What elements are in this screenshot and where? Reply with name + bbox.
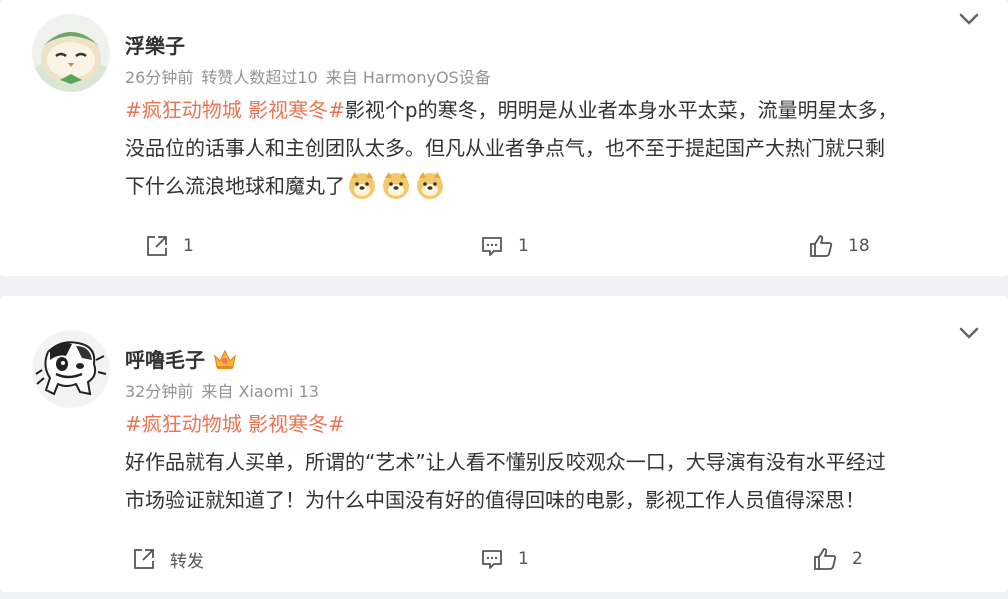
share-icon bbox=[134, 549, 154, 569]
ink-dog-avatar-image bbox=[32, 330, 110, 408]
comment-text: #疯狂动物城 影视寒冬#影视个p的寒冬，明明是从业者本身水平太菜，流量明星太多，… bbox=[125, 91, 975, 205]
username[interactable]: 呼噜毛子 bbox=[125, 344, 237, 373]
like-button[interactable]: 18 bbox=[808, 231, 870, 261]
doge-emoji bbox=[383, 172, 409, 199]
doge-emoji bbox=[417, 172, 443, 199]
source-device: 来自 HarmonyOS设备 bbox=[325, 68, 491, 87]
comment-text-line: 没品位的话事人和主创团队太多。但凡从业者争点气，也不至于提起国产大热门就只剩 bbox=[125, 136, 885, 160]
share-button[interactable]: 转发 bbox=[132, 544, 204, 574]
avatar[interactable] bbox=[32, 330, 110, 408]
crown-badge-icon bbox=[214, 349, 236, 369]
comment-meta: 32分钟前 来自 Xiaomi 13 bbox=[125, 378, 327, 402]
hashtag-link[interactable]: #疯狂动物城 影视寒冬# bbox=[125, 405, 975, 443]
comment-text-line: 市场验证就知道了！为什么中国没有好的值得回味的电影，影视工作人员值得深思！ bbox=[125, 488, 865, 512]
thumbs-up-icon bbox=[810, 235, 833, 257]
username-text: 呼噜毛子 bbox=[125, 348, 205, 372]
comment-card: 呼噜毛子 32分钟前 来自 Xiaomi 13 #疯狂动物城 影视寒冬# 好作品就… bbox=[0, 296, 1008, 592]
comment-text-line: 影视个p的寒冬，明明是从业者本身水平太菜，流量明星太多， bbox=[344, 98, 898, 122]
timestamp: 32分钟前 bbox=[125, 382, 194, 401]
comment-text-line: 下什么流浪地球和魔丸了 bbox=[125, 174, 345, 198]
username[interactable]: 浮樂子 bbox=[125, 30, 185, 59]
like-count: 18 bbox=[848, 236, 870, 256]
action-bar: 转发 1 2 bbox=[0, 544, 1008, 574]
like-count: 2 bbox=[852, 549, 863, 569]
source-device: 来自 Xiaomi 13 bbox=[201, 382, 319, 401]
share-button[interactable]: 1 bbox=[145, 231, 194, 261]
comment-text-line: 好作品就有人买单，所谓的“艺术”让人看不懂别反咬观众一口，大导演有没有水平经过 bbox=[125, 450, 886, 474]
share-label: 转发 bbox=[170, 551, 204, 572]
comment-meta: 26分钟前 转赞人数超过10 来自 HarmonyOS设备 bbox=[125, 64, 499, 88]
chevron-down-icon[interactable] bbox=[958, 12, 980, 26]
repost-info: 转赞人数超过10 bbox=[201, 68, 318, 87]
avatar[interactable] bbox=[32, 14, 110, 92]
comment-count: 1 bbox=[518, 549, 529, 569]
comment-count: 1 bbox=[518, 236, 529, 256]
like-button[interactable]: 2 bbox=[812, 544, 863, 574]
comment-card: 浮樂子 26分钟前 转赞人数超过10 来自 HarmonyOS设备 #疯狂动物城 影… bbox=[0, 0, 1008, 276]
share-count: 1 bbox=[183, 236, 194, 256]
doge-emoji bbox=[349, 172, 375, 199]
owl-avatar-image bbox=[32, 14, 110, 92]
hashtag-link[interactable]: #疯狂动物城 影视寒冬# bbox=[125, 98, 345, 122]
comment-icon bbox=[482, 550, 502, 569]
comment-button[interactable]: 1 bbox=[480, 544, 529, 574]
comment-button[interactable]: 1 bbox=[480, 231, 529, 261]
comment-text: #疯狂动物城 影视寒冬# 好作品就有人买单，所谓的“艺术”让人看不懂别反咬观众一… bbox=[125, 405, 975, 519]
comment-icon bbox=[482, 237, 502, 256]
share-icon bbox=[147, 236, 167, 256]
action-bar: 1 1 18 bbox=[0, 231, 1008, 261]
timestamp: 26分钟前 bbox=[125, 68, 194, 87]
chevron-down-icon[interactable] bbox=[958, 326, 980, 340]
thumbs-up-icon bbox=[814, 548, 837, 570]
